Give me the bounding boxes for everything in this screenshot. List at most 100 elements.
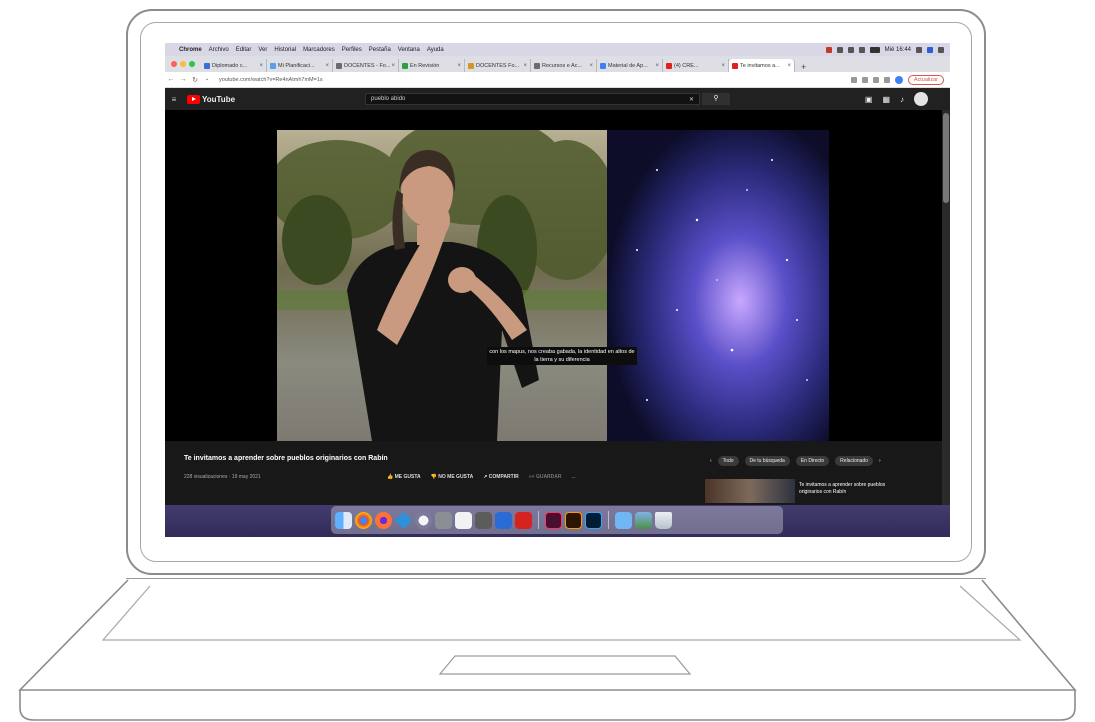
- clear-search-icon[interactable]: ✕: [689, 96, 694, 103]
- browser-tab[interactable]: En Revisión ×: [399, 59, 465, 72]
- tab-close-icon[interactable]: ×: [523, 63, 527, 69]
- hamburger-menu-icon[interactable]: ≡: [165, 95, 183, 104]
- minimize-window-icon[interactable]: [180, 61, 186, 67]
- vscode-icon[interactable]: [394, 510, 413, 530]
- bookmark-star-icon[interactable]: [861, 76, 868, 83]
- reading-list-icon[interactable]: [883, 76, 890, 83]
- word-icon[interactable]: [495, 511, 512, 529]
- indesign-icon[interactable]: [545, 511, 562, 529]
- chips-prev-icon[interactable]: ‹: [710, 458, 712, 464]
- tab-close-icon[interactable]: ×: [391, 63, 395, 69]
- share-button[interactable]: ↗ COMPARTIR: [483, 474, 519, 480]
- url-field[interactable]: youtube.com/watch?v=Re4nAtmh7mM=1s: [219, 77, 323, 83]
- menu-item-ventana[interactable]: Ventana: [398, 47, 420, 53]
- browser-tab[interactable]: (4) CRE... ×: [663, 59, 729, 72]
- finder-icon[interactable]: [335, 511, 352, 529]
- preview-icon[interactable]: [635, 511, 652, 529]
- tab-close-icon[interactable]: ×: [787, 63, 791, 69]
- notifications-bell-icon[interactable]: ♪: [900, 95, 904, 104]
- volume-icon[interactable]: [858, 46, 865, 53]
- search-input[interactable]: pueblo abido ✕: [365, 93, 700, 105]
- reload-icon[interactable]: ↻: [189, 76, 201, 84]
- video-player[interactable]: con los mapus, nos creaba gabada, la ide…: [165, 110, 942, 441]
- tab-favicon-icon: [666, 62, 672, 69]
- trash-icon[interactable]: [655, 511, 672, 529]
- forward-icon[interactable]: →: [177, 76, 189, 83]
- browser-tab[interactable]: Diplomado c... ×: [201, 59, 267, 72]
- menu-item-perfiles[interactable]: Perfiles: [342, 47, 362, 53]
- like-button[interactable]: 👍 ME GUSTA: [387, 474, 421, 480]
- control-center-icon[interactable]: [938, 46, 944, 53]
- search-icon[interactable]: [916, 46, 922, 53]
- firefox-icon[interactable]: [375, 511, 392, 529]
- menu-item-ayuda[interactable]: Ayuda: [427, 47, 444, 53]
- profile-icon[interactable]: [894, 75, 903, 84]
- acrobat-icon[interactable]: [515, 511, 532, 529]
- user-icon[interactable]: [927, 46, 933, 53]
- illustrator-icon[interactable]: [565, 511, 582, 529]
- install-icon[interactable]: [850, 76, 857, 83]
- menu-item-marcadores[interactable]: Marcadores: [303, 47, 335, 53]
- browser-tab[interactable]: Material de Ap... ×: [597, 59, 663, 72]
- menu-item-editar[interactable]: Editar: [236, 47, 252, 53]
- launchpad-icon[interactable]: [415, 511, 432, 529]
- tab-label: En Revisión: [410, 62, 440, 69]
- tab-close-icon[interactable]: ×: [655, 63, 659, 69]
- related-video[interactable]: Te invitamos a aprender sobre pueblos or…: [705, 479, 899, 503]
- bluetooth-icon[interactable]: [836, 46, 843, 53]
- dislike-button[interactable]: 👎 NO ME GUSTA: [431, 474, 474, 480]
- create-video-icon[interactable]: ▣: [865, 95, 873, 104]
- apps-grid-icon[interactable]: ▦: [882, 95, 890, 104]
- browser-tab[interactable]: DOCENTES - Fo... ×: [333, 59, 399, 72]
- tab-close-icon[interactable]: ×: [325, 63, 329, 69]
- related-title[interactable]: Te invitamos a aprender sobre pueblos or…: [799, 479, 899, 503]
- chips-next-icon[interactable]: ›: [879, 458, 881, 464]
- extensions-icon[interactable]: [872, 76, 879, 83]
- save-button[interactable]: ≡+ GUARDAR: [529, 474, 562, 480]
- maximize-window-icon[interactable]: [189, 61, 195, 67]
- search-button[interactable]: ⚲: [702, 93, 730, 105]
- folder-icon[interactable]: [615, 511, 632, 529]
- browser-tab[interactable]: Mi Planificaci... ×: [267, 59, 333, 72]
- back-icon[interactable]: ←: [165, 76, 177, 83]
- close-window-icon[interactable]: [171, 61, 177, 67]
- menu-item-historial[interactable]: Historial: [274, 47, 296, 53]
- lock-icon[interactable]: ▪: [201, 77, 213, 83]
- tab-close-icon[interactable]: ×: [721, 63, 725, 69]
- system-prefs-icon[interactable]: [435, 511, 452, 529]
- avatar[interactable]: [914, 92, 928, 106]
- page-scrollbar-thumb[interactable]: [943, 113, 949, 203]
- search-value: pueblo abido: [371, 96, 406, 102]
- calculator-icon[interactable]: [475, 511, 492, 529]
- chrome-icon[interactable]: [355, 511, 372, 529]
- tab-close-icon[interactable]: ×: [457, 63, 461, 69]
- tab-close-icon[interactable]: ×: [259, 63, 263, 69]
- more-actions-button[interactable]: ...: [572, 474, 576, 480]
- chip-related[interactable]: Relacionado: [835, 456, 873, 466]
- window-controls: [165, 56, 201, 72]
- battery-icon[interactable]: [869, 46, 880, 53]
- tab-close-icon[interactable]: ×: [589, 63, 593, 69]
- new-tab-icon[interactable]: +: [795, 62, 812, 72]
- related-thumbnail[interactable]: [705, 479, 795, 503]
- browser-tab[interactable]: DOCENTES Fo... ×: [465, 59, 531, 72]
- notes-icon[interactable]: [455, 511, 472, 529]
- chip-from-search[interactable]: De tu búsqueda: [744, 456, 790, 466]
- status-app-icon[interactable]: [825, 46, 832, 53]
- chip-all[interactable]: Todo: [717, 456, 739, 466]
- browser-tab[interactable]: Te invitamos a... ×: [729, 59, 795, 72]
- youtube-logo[interactable]: YouTube: [187, 94, 235, 104]
- video-frame[interactable]: con los mapus, nos creaba gabada, la ide…: [277, 130, 829, 441]
- related-chips: ‹ Todo De tu búsqueda En Directo Relacio…: [710, 456, 881, 466]
- photoshop-icon[interactable]: [585, 511, 602, 529]
- menu-item-ver[interactable]: Ver: [258, 47, 267, 53]
- update-button[interactable]: Actualizar: [907, 74, 944, 85]
- clock[interactable]: Mié 16:44: [885, 47, 911, 53]
- video-info: Te invitamos a aprender sobre pueblos or…: [165, 441, 942, 505]
- chip-live[interactable]: En Directo: [795, 456, 830, 466]
- menu-item-chrome[interactable]: Chrome: [179, 47, 202, 53]
- wifi-icon[interactable]: [847, 46, 854, 53]
- menu-item-archivo[interactable]: Archivo: [209, 47, 229, 53]
- menu-item-pestana[interactable]: Pestaña: [369, 47, 391, 53]
- browser-tab[interactable]: Recursos e Ac... ×: [531, 59, 597, 72]
